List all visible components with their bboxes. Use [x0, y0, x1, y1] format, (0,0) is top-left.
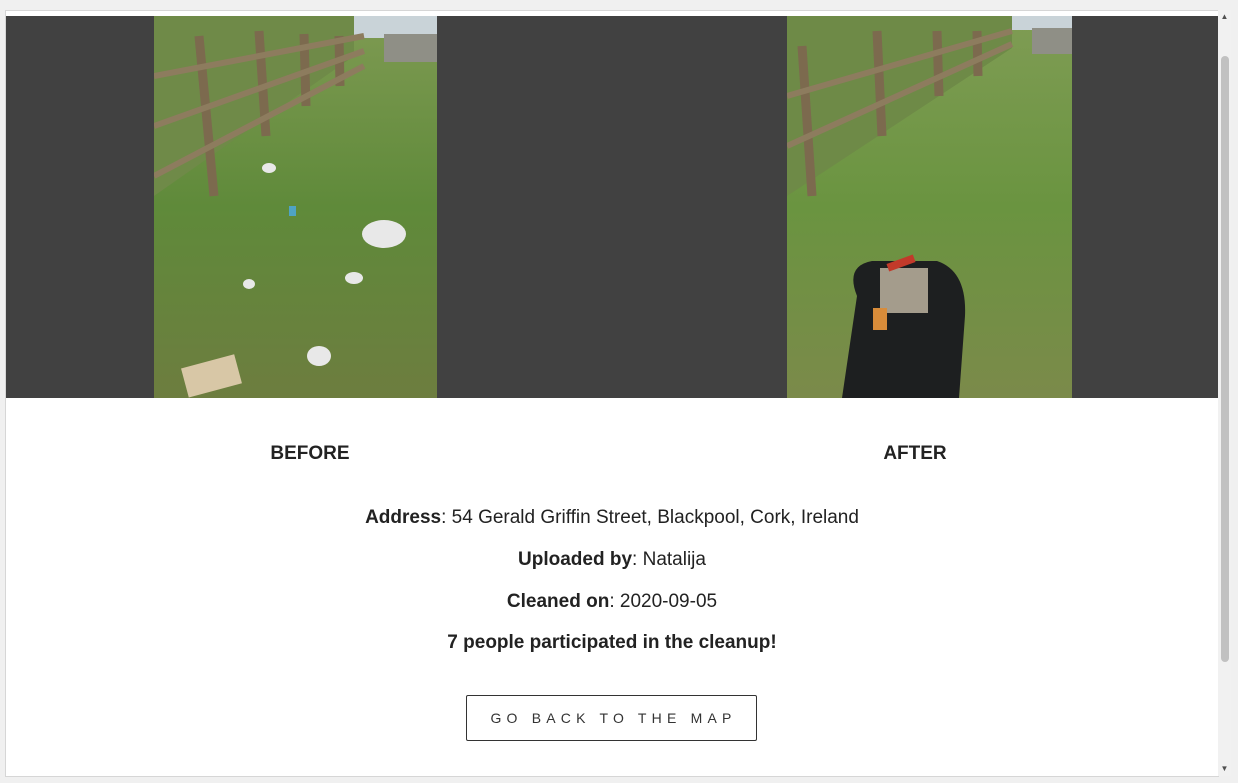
cleaned-date-line: Cleaned on: 2020-09-05: [6, 591, 1218, 613]
photo-gallery: [6, 16, 1218, 398]
address-label: Address: [365, 507, 442, 528]
address-value: : 54 Gerald Griffin Street, Blackpool, C…: [441, 507, 859, 528]
participants-text: 7 people participated in the cleanup!: [447, 632, 777, 653]
cleaned-label: Cleaned on: [506, 591, 610, 612]
after-photo: [787, 16, 1072, 398]
uploader-label: Uploaded by: [518, 549, 633, 570]
vertical-scrollbar[interactable]: ▲ ▼: [1218, 10, 1231, 776]
uploader-value: : Natalija: [632, 549, 706, 570]
address-line: Address: 54 Gerald Griffin Street, Black…: [6, 507, 1218, 529]
back-to-map-button[interactable]: GO BACK TO THE MAP: [466, 695, 757, 741]
after-label: AFTER: [883, 443, 947, 464]
cleaned-value: : 2020-09-05: [609, 591, 718, 612]
uploader-line: Uploaded by: Natalija: [6, 549, 1218, 571]
before-photo: [154, 16, 437, 398]
scrollbar-thumb[interactable]: [1221, 56, 1229, 662]
page-content: BEFORE AFTER Address: 54 Gerald Griffin …: [5, 10, 1219, 777]
scroll-down-arrow-icon[interactable]: ▼: [1220, 764, 1229, 774]
scroll-up-arrow-icon[interactable]: ▲: [1220, 12, 1229, 22]
before-label: BEFORE: [270, 443, 350, 464]
